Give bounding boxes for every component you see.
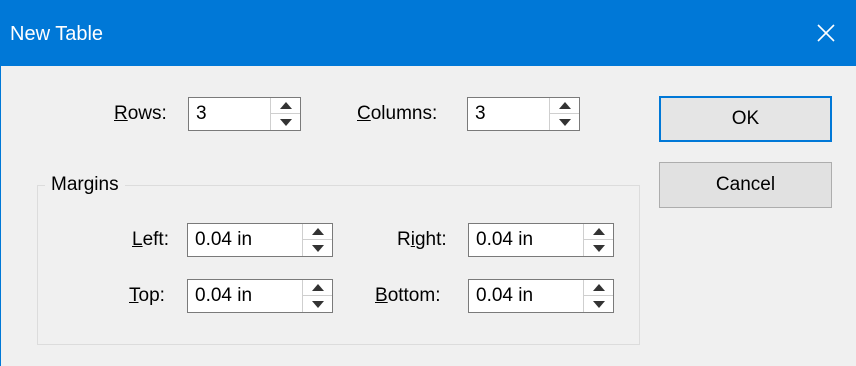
columns-spinner: 3: [467, 97, 580, 131]
cancel-button[interactable]: Cancel: [659, 162, 832, 208]
bottom-margin-increment-button[interactable]: [584, 280, 613, 296]
right-margin-decrement-button[interactable]: [584, 240, 613, 256]
bottom-margin-label: Bottom:: [375, 285, 441, 306]
left-margin-label: Left:: [132, 229, 169, 250]
bottom-margin-spin-buttons: [583, 280, 613, 312]
left-margin-decrement-button[interactable]: [303, 240, 332, 256]
top-margin-increment-button[interactable]: [303, 280, 332, 296]
columns-decrement-button[interactable]: [550, 114, 579, 130]
arrow-up-icon: [592, 284, 605, 291]
top-margin-value[interactable]: 0.04 in: [195, 280, 252, 312]
rows-increment-button[interactable]: [271, 98, 300, 114]
arrow-up-icon: [311, 284, 324, 291]
title-bar: New Table: [0, 0, 856, 66]
rows-value[interactable]: 3: [196, 98, 207, 130]
rows-spinner: 3: [188, 97, 301, 131]
arrow-down-icon: [558, 118, 571, 126]
arrow-down-icon: [592, 300, 605, 308]
cancel-button-label: Cancel: [715, 174, 776, 195]
columns-value[interactable]: 3: [475, 98, 486, 130]
right-margin-increment-button[interactable]: [584, 224, 613, 240]
dialog-body: Rows: 3 Columns: 3 Margins Left: 0.04 in…: [0, 66, 856, 366]
columns-label: Columns:: [357, 103, 438, 124]
rows-decrement-button[interactable]: [271, 114, 300, 130]
arrow-down-icon: [311, 244, 324, 252]
arrow-down-icon: [592, 244, 605, 252]
ok-button-label: OK: [731, 108, 760, 129]
right-margin-spin-buttons: [583, 224, 613, 256]
close-icon: [817, 24, 835, 42]
rows-spin-buttons: [270, 98, 300, 130]
arrow-up-icon: [311, 228, 324, 235]
bottom-margin-spinner: 0.04 in: [468, 279, 614, 313]
arrow-down-icon: [279, 118, 292, 126]
ok-button[interactable]: OK: [659, 96, 832, 142]
bottom-margin-decrement-button[interactable]: [584, 296, 613, 312]
top-margin-spinner: 0.04 in: [187, 279, 333, 313]
arrow-up-icon: [592, 228, 605, 235]
close-button[interactable]: [796, 0, 856, 66]
left-margin-spinner: 0.04 in: [187, 223, 333, 257]
arrow-up-icon: [558, 102, 571, 109]
top-margin-decrement-button[interactable]: [303, 296, 332, 312]
left-margin-spin-buttons: [302, 224, 332, 256]
margins-group: [37, 185, 640, 345]
margins-group-title: Margins: [45, 173, 125, 197]
rows-label: Rows:: [114, 103, 167, 124]
left-margin-value[interactable]: 0.04 in: [195, 224, 252, 256]
arrow-up-icon: [279, 102, 292, 109]
columns-increment-button[interactable]: [550, 98, 579, 114]
right-margin-spinner: 0.04 in: [468, 223, 614, 257]
arrow-down-icon: [311, 300, 324, 308]
top-margin-label: Top:: [129, 285, 165, 306]
window-title: New Table: [10, 23, 104, 45]
right-margin-label: Right:: [397, 229, 447, 250]
columns-spin-buttons: [549, 98, 579, 130]
top-margin-spin-buttons: [302, 280, 332, 312]
left-margin-increment-button[interactable]: [303, 224, 332, 240]
bottom-margin-value[interactable]: 0.04 in: [476, 280, 533, 312]
right-margin-value[interactable]: 0.04 in: [476, 224, 533, 256]
